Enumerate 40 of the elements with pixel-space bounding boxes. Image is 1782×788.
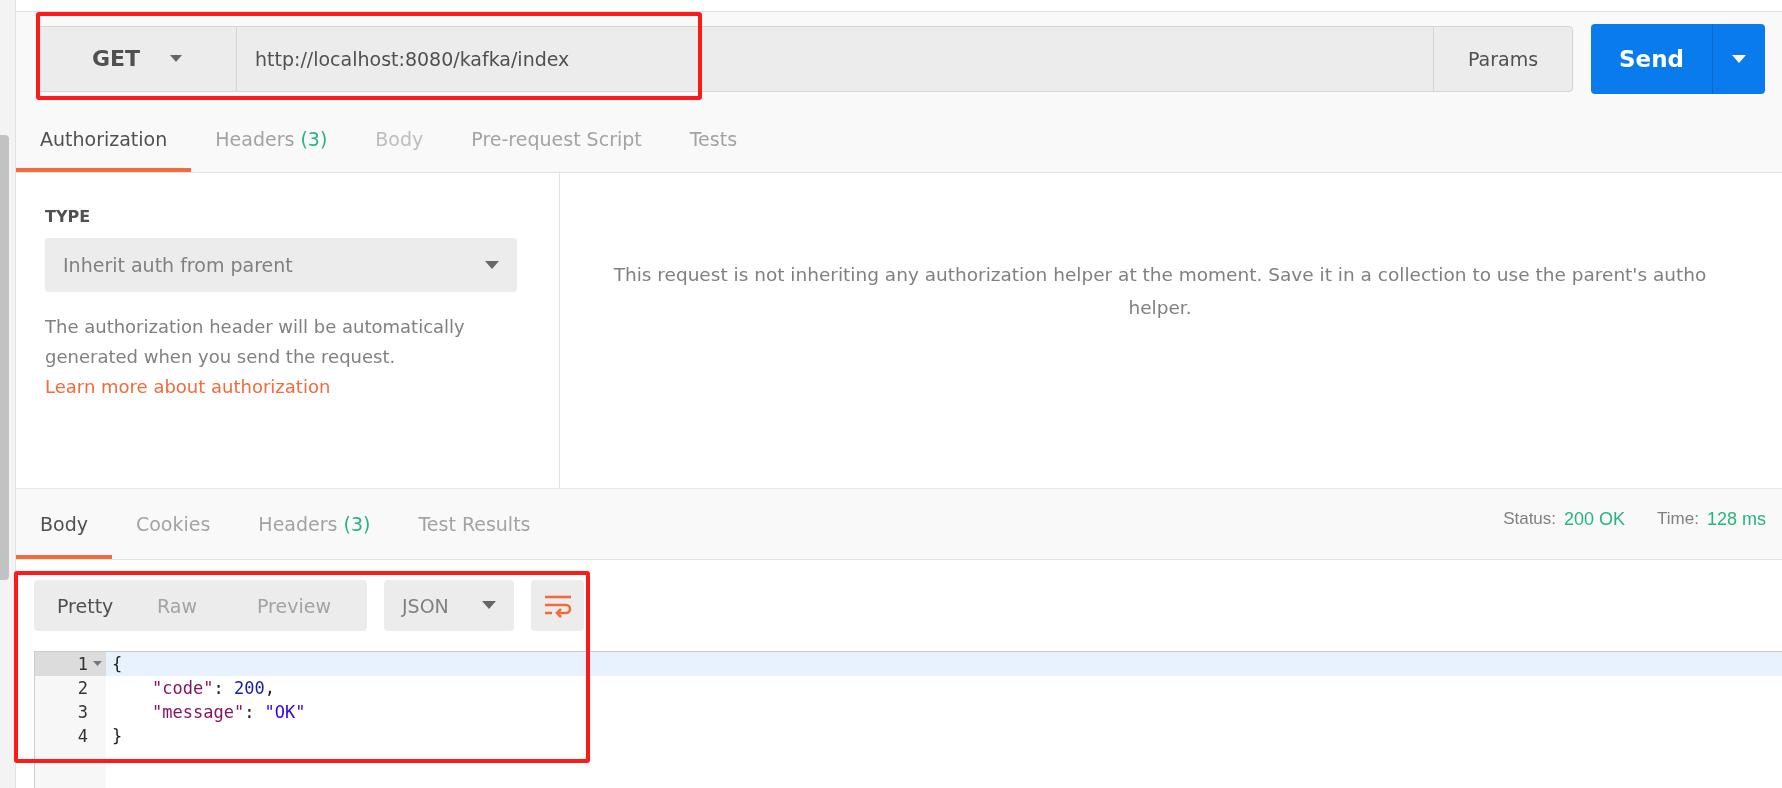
wrap-lines-button[interactable]: [531, 580, 584, 631]
learn-more-link[interactable]: Learn more about authorization: [45, 376, 331, 397]
request-tab[interactable]: Tests: [665, 105, 762, 172]
url-field[interactable]: http://localhost:8080/kafka/index: [237, 25, 1433, 92]
line-number: 2: [35, 676, 106, 700]
time-value: 128 ms: [1706, 508, 1766, 530]
format-dropdown[interactable]: JSON: [384, 580, 514, 631]
response-tab[interactable]: Test Results: [394, 489, 555, 559]
response-tab[interactable]: Headers (3): [234, 489, 395, 559]
response-tab[interactable]: Cookies: [111, 489, 235, 559]
send-button[interactable]: Send: [1591, 23, 1713, 94]
line-number: 3: [35, 700, 106, 724]
request-tab[interactable]: Headers (3): [191, 105, 352, 172]
params-button[interactable]: Params: [1433, 25, 1573, 92]
view-mode-button[interactable]: Preview: [234, 580, 334, 631]
request-tab[interactable]: Pre-request Script: [447, 105, 666, 172]
view-mode-button[interactable]: Pretty: [34, 580, 134, 631]
auth-type-dropdown[interactable]: Inherit auth from parent: [45, 238, 517, 292]
auth-message: This request is not inheriting any authorization helper at the moment. Save it in a collection to use the parent's autho helper.: [612, 263, 1708, 320]
time-label: Time:: [1657, 509, 1699, 529]
caret-icon: [485, 260, 499, 270]
code-line: "message": "OK": [151, 701, 306, 724]
scrollbar[interactable]: [0, 135, 9, 580]
caret-icon: [482, 601, 496, 610]
code-line: }: [111, 725, 123, 748]
status-label: Status:: [1503, 509, 1557, 529]
code-line: {: [111, 653, 123, 676]
type-label: TYPE: [45, 207, 92, 226]
code-line: "code": 200,: [151, 677, 275, 700]
caret-icon: [1732, 54, 1746, 63]
caret-icon: [170, 54, 183, 63]
method-dropdown[interactable]: GET: [37, 25, 237, 92]
fold-icon[interactable]: [93, 661, 102, 667]
send-options-button[interactable]: [1713, 23, 1765, 94]
auth-description: The authorization header will be automatically generated when you send the request. Learn more about authorization: [45, 315, 466, 399]
wrap-lines-icon: [543, 593, 572, 618]
line-number: 1: [35, 652, 106, 676]
view-mode-button[interactable]: Raw: [134, 580, 234, 631]
line-number: 4: [35, 724, 106, 748]
status-value: 200 OK: [1564, 508, 1626, 530]
